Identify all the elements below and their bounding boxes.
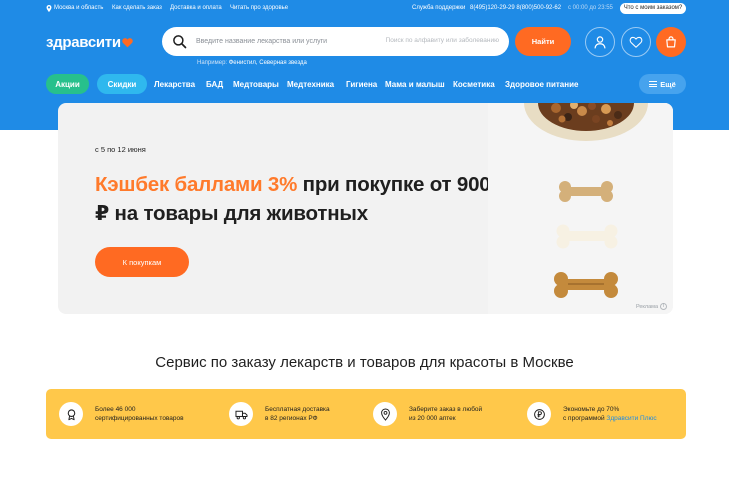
search-example: Например: Фенистил, Северная звезда [197, 60, 307, 66]
medal-icon [59, 402, 83, 426]
heart-icon [629, 36, 643, 48]
logo-text: здравсити [46, 33, 121, 51]
search-input[interactable] [196, 32, 366, 51]
menu-icon [649, 81, 658, 87]
map-pin-icon [373, 402, 397, 426]
nav-item-supplements[interactable]: БАД [206, 80, 223, 89]
feature-line2: с программой [563, 415, 607, 422]
search-example-label: Например: [197, 60, 228, 66]
cart-icon [666, 36, 676, 48]
banner-title-accent: Кэшбек баллами 3% [95, 173, 298, 196]
feature-line1: Заберите заказ в любой [409, 405, 483, 413]
logo[interactable]: здравсити [46, 33, 133, 51]
more-categories-button[interactable]: Ещё [639, 74, 686, 94]
category-nav: Акции Скидки Лекарства БАД Медтовары Мед… [0, 74, 729, 94]
feature-text: Заберите заказ в любой из 20 000 аптек [409, 405, 482, 424]
info-icon: i [660, 303, 667, 310]
promo-banner[interactable]: с 5 по 12 июня Кэшбек баллами 3% при пок… [58, 103, 673, 314]
support-label: Служба поддержки [412, 5, 466, 11]
nav-item-mom-baby[interactable]: Мама и малыш [385, 80, 445, 89]
ad-label[interactable]: Реклама i [636, 303, 667, 310]
location-pin-icon [46, 5, 52, 12]
search-icon[interactable] [172, 34, 187, 49]
nav-item-healthy-food[interactable]: Здоровое питание [505, 80, 578, 89]
nav-promo-discounts[interactable]: Скидки [97, 74, 147, 94]
service-title: Сервис по заказу лекарств и товаров для … [155, 354, 574, 371]
feature-line1: Бесплатная доставка [265, 405, 330, 413]
nav-item-hygiene[interactable]: Гигиена [346, 80, 377, 89]
feature-text: Бесплатная доставка в 82 регионах РФ [265, 405, 330, 424]
feature-item: Бесплатная доставка в 82 регионах РФ [229, 401, 330, 427]
feature-text: Более 46 000 сертифицированных товаров [95, 405, 184, 424]
nav-item-medical-goods[interactable]: Медтовары [233, 80, 279, 89]
account-button[interactable] [585, 27, 615, 57]
nav-promo-actions[interactable]: Акции [46, 74, 89, 94]
truck-icon [229, 402, 253, 426]
feature-item: Заберите заказ в любой из 20 000 аптек [373, 401, 482, 427]
heart-logo-icon [122, 37, 133, 47]
order-status-button[interactable]: Что с моим заказом? [620, 3, 686, 14]
more-label: Ещё [660, 79, 676, 89]
nav-item-medical-equipment[interactable]: Медтехника [287, 80, 334, 89]
nav-item-medicines[interactable]: Лекарства [154, 80, 195, 89]
ad-label-text: Реклама [635, 303, 658, 310]
link-delivery-payment[interactable]: Доставка и оплата [170, 4, 222, 13]
feature-line1: Более 46 000 [95, 405, 136, 413]
link-how-to-order[interactable]: Как сделать заказ [112, 4, 162, 13]
banner-title: Кэшбек баллами 3% при покупке от 900 ₽ н… [95, 170, 495, 228]
support-hours: с 00:00 до 23:55 [568, 5, 613, 11]
banner-cta-button[interactable]: К покупкам [95, 247, 189, 277]
region-selector[interactable]: Москва и область [54, 4, 103, 13]
utility-bar: Москва и область Как сделать заказ Доста… [0, 3, 729, 16]
user-icon [594, 36, 606, 49]
feature-line2: из 20 000 аптек [409, 415, 456, 422]
search-button[interactable]: Найти [515, 27, 571, 56]
features-strip: Более 46 000 сертифицированных товаров Б… [46, 389, 686, 439]
feature-item: Экономьте до 70% с программой Здравсити … [527, 401, 657, 427]
link-health-articles[interactable]: Читать про здоровье [230, 4, 288, 13]
search-box: Поиск по алфавиту или заболеванию [162, 27, 509, 56]
pet-treats-image [488, 103, 673, 314]
nav-item-cosmetics[interactable]: Косметика [453, 80, 495, 89]
cart-button[interactable] [656, 27, 686, 57]
search-hint[interactable]: Поиск по алфавиту или заболеванию [386, 37, 499, 44]
support-phones[interactable]: 8(495)120-29-29 8(800)500-92-62 [470, 4, 561, 13]
feature-line2: в 82 регионах РФ [265, 415, 318, 422]
favorites-button[interactable] [621, 27, 651, 57]
feature-text: Экономьте до 70% с программой Здравсити … [563, 405, 657, 424]
plus-program-link[interactable]: Здравсити Плюс [606, 415, 656, 422]
banner-dates: с 5 по 12 июня [95, 145, 146, 154]
search-example-values[interactable]: Фенистил, Северная звезда [229, 60, 307, 66]
ruble-coin-icon [527, 402, 551, 426]
feature-line1: Экономьте до 70% [563, 405, 620, 413]
feature-item: Более 46 000 сертифицированных товаров [59, 401, 184, 427]
feature-line2: сертифицированных товаров [95, 415, 184, 422]
